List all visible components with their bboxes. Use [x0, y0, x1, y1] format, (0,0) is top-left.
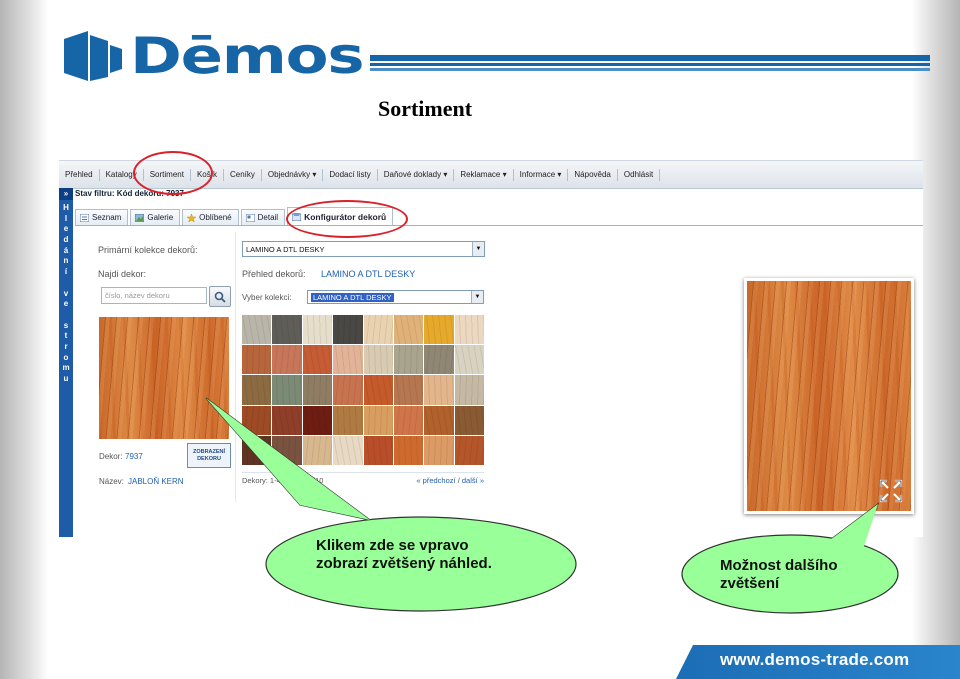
footer-url: www.demos-trade.com [720, 650, 910, 669]
callout-right-text: Možnost dalšího zvětšení [720, 557, 838, 592]
callout-left-text: Klikem zde se vpravo zobrazí zvětšený ná… [316, 537, 492, 572]
